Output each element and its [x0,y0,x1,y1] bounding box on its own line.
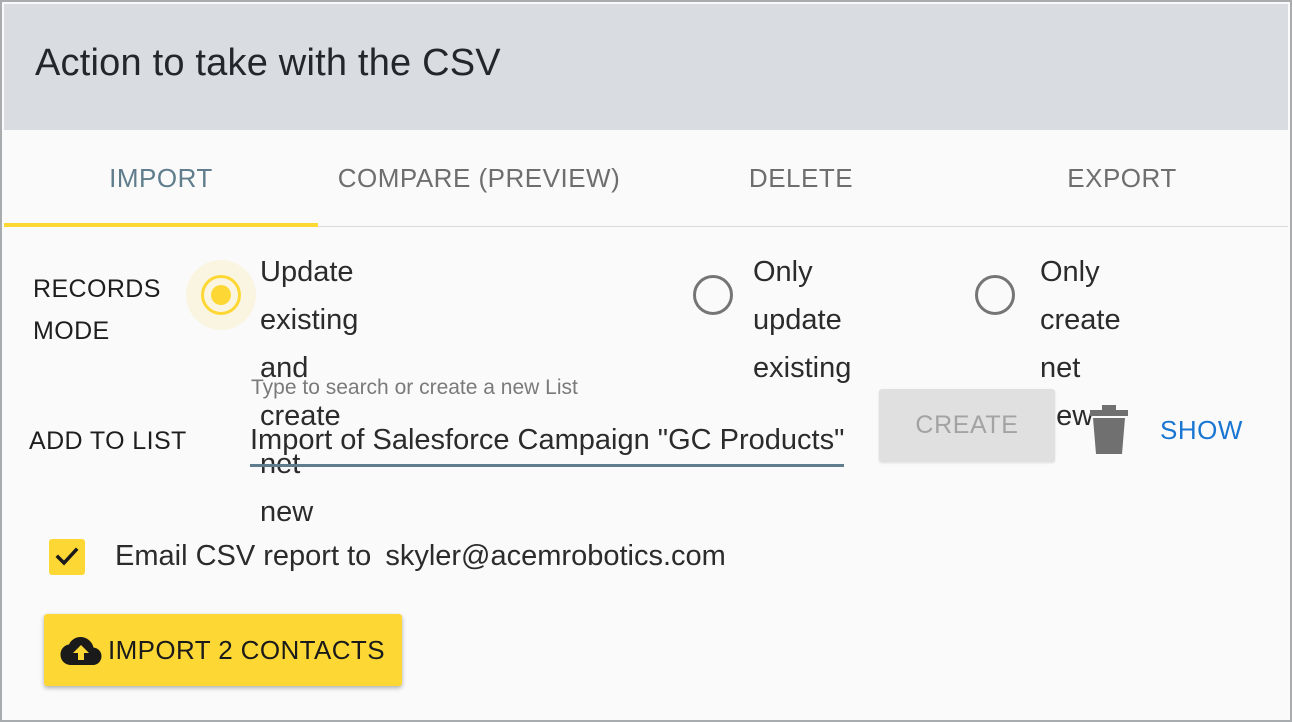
radio-button-checked[interactable] [201,275,241,315]
trash-icon[interactable] [1088,404,1130,456]
records-mode-label-line1: RECORDS [33,275,161,303]
panel-header: Action to take with the CSV [4,4,1288,130]
email-report-text: Email CSV report to [115,540,372,572]
radio-button-unchecked[interactable] [693,275,733,315]
email-report-label: Email CSV report to skyler@acemrobotics.… [115,540,726,573]
list-search-input[interactable] [250,416,844,467]
records-mode-label-line2: MODE [33,317,110,345]
tab-import[interactable]: IMPORT [4,130,318,227]
tab-compare-preview[interactable]: COMPARE (PREVIEW) [318,130,640,226]
create-list-button[interactable]: CREATE [879,389,1055,462]
radio-label-only-update: Only update existing [753,248,851,392]
show-list-link[interactable]: SHOW [1160,415,1243,446]
radio-dot [211,285,231,305]
records-mode-label: RECORDS MODE [33,268,161,352]
import-contacts-label: IMPORT 2 CONTACTS [108,635,385,665]
email-report-address: skyler@acemrobotics.com [385,540,726,572]
radio-label-line1: Only update [753,256,842,336]
action-tabs: IMPORT COMPARE (PREVIEW) DELETE EXPORT [4,130,1288,227]
tab-export[interactable]: EXPORT [962,130,1282,226]
radio-label-line1: Only create net [1040,256,1121,384]
radio-button-unchecked[interactable] [975,275,1015,315]
panel-title: Action to take with the CSV [35,42,501,84]
radio-label-line1: Update existing and create [260,256,359,432]
tab-delete[interactable]: DELETE [640,130,962,226]
csv-action-panel: Action to take with the CSV IMPORT COMPA… [0,0,1292,722]
import-contacts-button[interactable]: IMPORT 2 CONTACTS [44,614,402,686]
add-to-list-label: ADD TO LIST [29,427,187,455]
email-report-checkbox[interactable] [49,539,85,575]
radio-label-line2: existing [753,352,852,384]
list-search-floating-label: Type to search or create a new List [251,376,578,399]
cloud-upload-icon [60,637,102,665]
check-icon [55,547,79,566]
